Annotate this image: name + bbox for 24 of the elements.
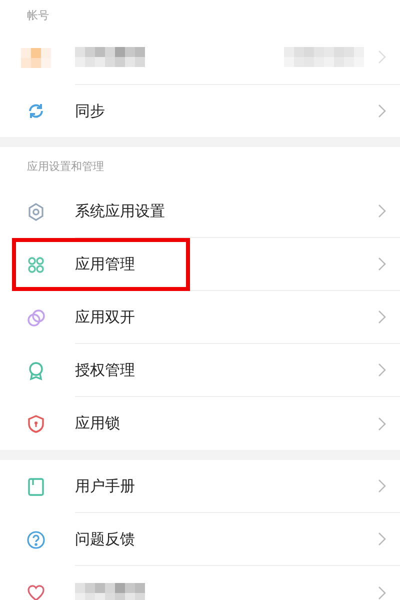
overlapping-circles-icon	[26, 308, 46, 328]
sync-icon	[26, 101, 46, 121]
settings-icon	[26, 202, 46, 222]
chevron-icon	[378, 257, 386, 271]
pixelated-avatar-drawing	[21, 48, 51, 68]
app-grid-icon	[26, 254, 46, 274]
chevron-icon	[378, 363, 386, 377]
shield-icon	[26, 414, 46, 434]
section-header: 应用设置和管理	[27, 158, 104, 174]
heart-icon	[26, 582, 46, 600]
chevron-icon	[378, 479, 386, 493]
section-header: 帐号	[27, 8, 49, 23]
book-icon	[26, 476, 46, 496]
pixelated-text-drawing	[75, 582, 145, 600]
pixelated-text-drawing	[75, 47, 145, 67]
help-icon	[26, 530, 46, 550]
chevron-icon	[378, 204, 386, 218]
chevron-icon	[378, 310, 386, 324]
chevron-icon	[378, 532, 386, 546]
award-icon	[26, 360, 46, 380]
chevron-icon	[378, 104, 386, 118]
chevron-icon	[378, 50, 386, 64]
chevron-icon	[378, 416, 386, 430]
chevron-icon	[378, 586, 386, 600]
